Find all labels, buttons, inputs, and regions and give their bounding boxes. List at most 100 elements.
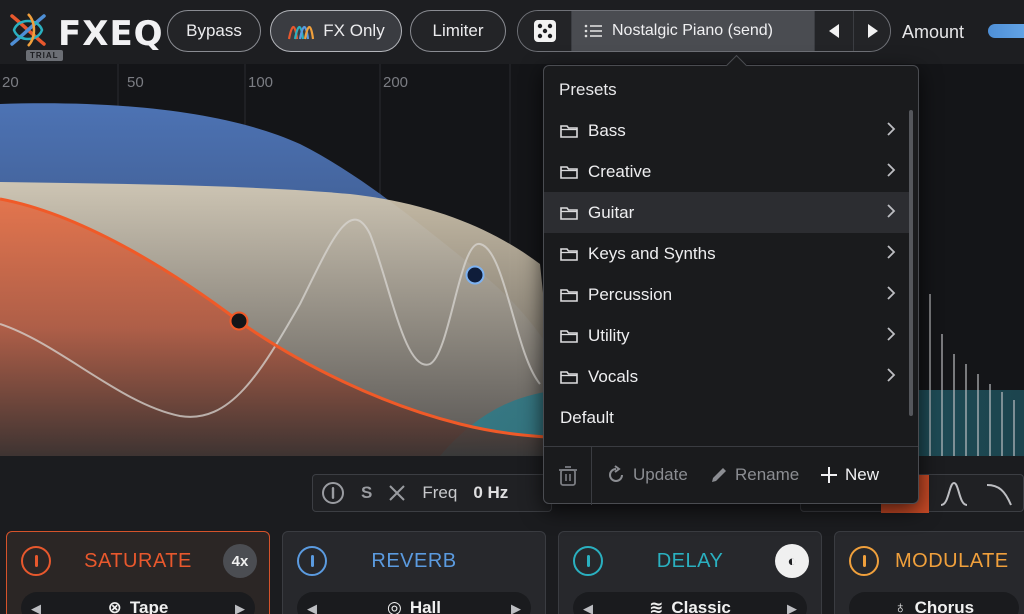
- top-bar: FXEQ TRIAL Bypass FX Only Limiter Nostal…: [0, 0, 1024, 64]
- bypass-button[interactable]: Bypass: [167, 10, 261, 52]
- preset-folder-bass[interactable]: Bass: [544, 110, 910, 151]
- freq-value[interactable]: 0 Hz: [473, 483, 508, 503]
- chevron-right-icon: [887, 368, 896, 382]
- saturate-mode-selector[interactable]: ◀ ⊗ Tape ▶: [21, 592, 255, 614]
- app-name: FXEQ: [58, 14, 164, 54]
- chorus-icon: ♁: [893, 598, 907, 614]
- chevron-right-icon: [887, 204, 896, 218]
- preset-folder-percussion[interactable]: Percussion: [544, 274, 910, 315]
- saturate-module[interactable]: SATURATE 4x ◀ ⊗ Tape ▶: [6, 531, 270, 614]
- bypass-label: Bypass: [186, 21, 242, 40]
- update-label: Update: [633, 465, 688, 484]
- solo-button[interactable]: S: [361, 483, 372, 503]
- freq-label: Freq: [422, 483, 458, 502]
- preset-folder-creative[interactable]: Creative: [544, 151, 910, 192]
- new-label: New: [845, 465, 880, 484]
- folder-icon: [560, 329, 578, 343]
- pencil-icon: [712, 468, 726, 482]
- ping-pong-icon[interactable]: ◐: [775, 544, 809, 578]
- tape-icon: ⊗: [107, 598, 122, 614]
- reverb-band-handle[interactable]: [465, 265, 485, 285]
- saturate-mode: Tape: [129, 598, 169, 614]
- close-icon[interactable]: [388, 484, 406, 502]
- modulate-power-icon[interactable]: [849, 546, 879, 576]
- chevron-right-icon: [887, 245, 896, 259]
- preset-folder-label: Vocals: [588, 366, 639, 386]
- chevron-right-icon: [887, 327, 896, 341]
- reverb-module[interactable]: REVERB ◀ ◎ Hall ▶: [282, 531, 546, 614]
- update-preset-button[interactable]: Update: [606, 465, 688, 485]
- chevron-left-icon[interactable]: ◀: [583, 601, 593, 614]
- freq-label-200: 200: [383, 74, 409, 91]
- chevron-right-icon: [887, 163, 896, 177]
- preset-folder-utility[interactable]: Utility: [544, 315, 910, 356]
- chevron-right-icon: [887, 122, 896, 136]
- folder-icon: [560, 165, 578, 179]
- freq-label-100: 100: [248, 74, 274, 91]
- amount-slider[interactable]: [988, 24, 1024, 38]
- fx-only-label: FX Only: [323, 21, 385, 40]
- trial-badge: TRIAL: [26, 50, 63, 61]
- shelf-shape-icon[interactable]: [985, 481, 1015, 507]
- preset-folder-keys-and-synths[interactable]: Keys and Synths: [544, 233, 910, 274]
- reverb-mode: Hall: [409, 598, 442, 614]
- preset-folder-guitar[interactable]: Guitar: [544, 192, 910, 233]
- modulate-mode: Chorus: [914, 598, 975, 614]
- preset-folder-label: Keys and Synths: [588, 243, 716, 263]
- delay-mode: Classic: [671, 598, 731, 614]
- reverb-title: REVERB: [371, 550, 457, 572]
- chevron-left-icon[interactable]: ◀: [307, 601, 317, 614]
- preset-folder-label: Utility: [588, 325, 630, 345]
- freq-label-20: 20: [2, 74, 19, 91]
- preset-folder-label: Bass: [588, 120, 626, 140]
- limiter-button[interactable]: Limiter: [410, 10, 506, 52]
- folder-icon: [560, 124, 578, 138]
- delete-preset-button[interactable]: [544, 447, 592, 505]
- chevron-right-icon[interactable]: ▶: [235, 601, 245, 614]
- triangle-right-icon: [868, 24, 878, 38]
- preset-folder-label: Percussion: [588, 284, 673, 304]
- next-preset-button[interactable]: [853, 11, 890, 51]
- rename-label: Rename: [735, 465, 800, 484]
- rename-preset-button[interactable]: Rename: [710, 465, 799, 485]
- plus-icon: [821, 467, 837, 483]
- chevron-right-icon: [887, 286, 896, 300]
- bell-shape-icon[interactable]: [939, 481, 969, 507]
- chevron-right-icon[interactable]: ▶: [787, 601, 797, 614]
- modulate-title: MODULATE: [895, 550, 1009, 572]
- folder-icon: [560, 370, 578, 384]
- preset-selector: Nostalgic Piano (send): [517, 10, 891, 52]
- chevron-right-icon[interactable]: ▶: [511, 601, 521, 614]
- classic-icon: ≋: [649, 598, 664, 614]
- saturate-band-handle[interactable]: [229, 311, 249, 331]
- presets-scrollbar[interactable]: [909, 110, 913, 416]
- reverb-mode-selector[interactable]: ◀ ◎ Hall ▶: [297, 592, 531, 614]
- preset-item-default[interactable]: Default: [544, 397, 910, 438]
- preset-folder-vocals[interactable]: Vocals: [544, 356, 910, 397]
- preset-name: Nostalgic Piano (send): [612, 22, 773, 39]
- refresh-icon: [609, 465, 623, 482]
- power-icon[interactable]: [321, 481, 345, 505]
- logo: FXEQ TRIAL: [8, 8, 163, 62]
- amount-label: Amount: [902, 22, 965, 42]
- modulate-mode-selector[interactable]: ♁ Chorus: [849, 592, 1019, 614]
- new-preset-button[interactable]: New: [820, 465, 879, 485]
- delay-module[interactable]: DELAY ◐ ◀ ≋ Classic ▶: [558, 531, 822, 614]
- triangle-left-icon: [829, 24, 839, 38]
- freq-label-50: 50: [127, 74, 144, 91]
- fxeq-logo-icon: [10, 13, 46, 47]
- preset-folder-label: Creative: [588, 161, 652, 181]
- chevron-left-icon[interactable]: ◀: [31, 601, 41, 614]
- band-controls: S Freq 0 Hz: [312, 474, 552, 512]
- dice-icon: [533, 20, 556, 42]
- random-preset-button[interactable]: [518, 11, 572, 51]
- list-icon: [584, 24, 602, 38]
- delay-mode-selector[interactable]: ◀ ≋ Classic ▶: [573, 592, 807, 614]
- fx-only-button[interactable]: FX Only: [270, 10, 402, 52]
- folder-icon: [560, 288, 578, 302]
- preset-name-button[interactable]: Nostalgic Piano (send): [572, 11, 814, 51]
- modulate-module[interactable]: MODULATE ♁ Chorus: [834, 531, 1024, 614]
- presets-footer: Update Rename New: [544, 446, 918, 505]
- previous-preset-button[interactable]: [814, 11, 853, 51]
- oversampling-badge[interactable]: 4x: [223, 544, 257, 578]
